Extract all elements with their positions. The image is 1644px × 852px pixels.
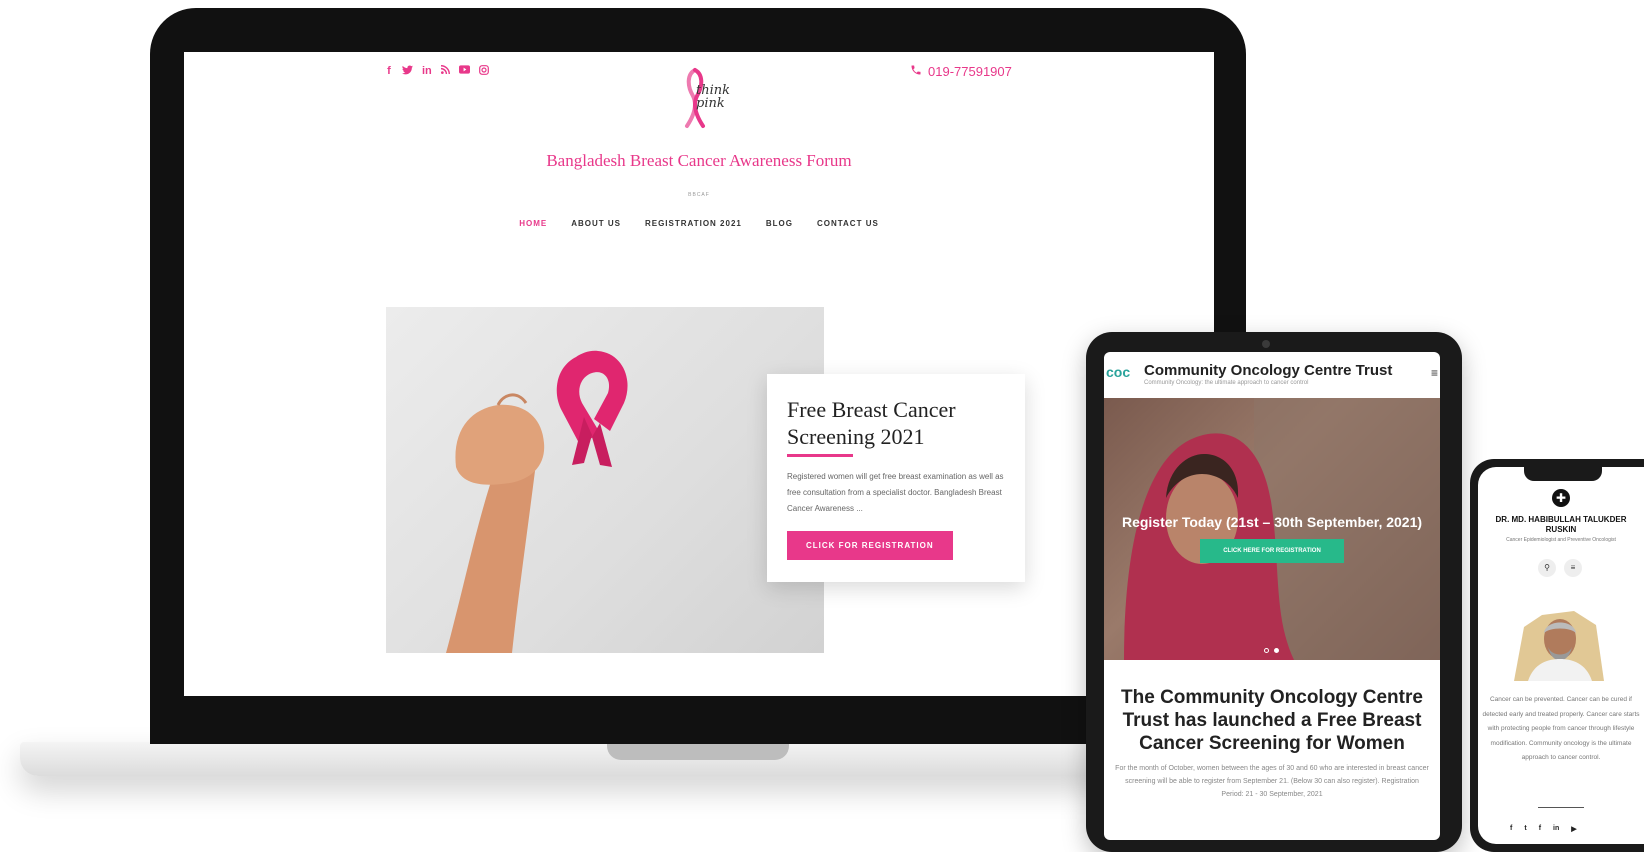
slider-dot-2[interactable]	[1274, 648, 1279, 653]
footer-divider	[1538, 807, 1584, 808]
featured-post-card: Free Breast Cancer Screening 2021 Regist…	[767, 374, 1025, 582]
hero-headline: Register Today (21st – 30th September, 2…	[1121, 514, 1423, 530]
tablet-screen: coc Community Oncology Centre Trust Comm…	[1104, 352, 1440, 840]
hero-register-button[interactable]: CLICK HERE FOR REGISTRATION	[1200, 539, 1344, 563]
search-icon[interactable]: ⚲	[1538, 559, 1556, 577]
card-excerpt: Registered women will get free breast ex…	[787, 472, 1004, 513]
slider-dots	[1264, 648, 1279, 653]
doctor-name[interactable]: DR. MD. HABIBULLAH TALUKDER RUSKIN	[1482, 515, 1640, 535]
medical-cross-logo-icon[interactable]: ✚	[1552, 489, 1570, 507]
facebook-icon[interactable]: f	[385, 65, 393, 78]
slider-dot-1[interactable]	[1264, 648, 1269, 653]
coc-logo[interactable]: coc	[1106, 364, 1132, 384]
laptop-notch	[607, 742, 789, 760]
phone-social-icons: f t f in ▶	[1510, 825, 1577, 833]
rss-icon[interactable]	[440, 65, 450, 78]
facebook-icon[interactable]: f	[1510, 825, 1512, 833]
logo-text-line2: pink	[696, 96, 725, 111]
tablet-camera	[1262, 340, 1270, 348]
phone-header-actions: ⚲ ≡	[1538, 559, 1582, 577]
hamburger-menu-icon[interactable]: ≡	[1431, 366, 1438, 380]
phone-notch	[1524, 467, 1602, 481]
card-title[interactable]: Free Breast Cancer Screening 2021	[787, 396, 1005, 450]
card-title-underline	[787, 454, 853, 457]
phone-device: ✚ DR. MD. HABIBULLAH TALUKDER RUSKIN Can…	[1470, 459, 1644, 852]
site-tagline: BBCAF	[688, 192, 710, 198]
doctor-portrait	[1514, 611, 1604, 681]
tablet-site-subtitle: Community Oncology: the ultimate approac…	[1144, 380, 1309, 386]
tablet-site-title[interactable]: Community Oncology Centre Trust	[1144, 362, 1392, 379]
nav-item-blog[interactable]: BLOG	[766, 219, 793, 228]
tablet-article-body: For the month of October, women between …	[1115, 765, 1429, 798]
doctor-bio: Cancer can be prevented. Cancer can be c…	[1482, 696, 1640, 761]
phone-screen: ✚ DR. MD. HABIBULLAH TALUKDER RUSKIN Can…	[1478, 467, 1644, 844]
tablet-device: coc Community Oncology Centre Trust Comm…	[1086, 332, 1462, 852]
site-title[interactable]: Bangladesh Breast Cancer Awareness Forum	[514, 152, 884, 170]
nav-item-home[interactable]: HOME	[519, 219, 547, 228]
twitter-icon[interactable]	[402, 65, 413, 78]
linkedin-icon[interactable]: in	[422, 65, 432, 78]
header-phone[interactable]: 019-77591907	[910, 64, 1012, 79]
facebook-page-icon[interactable]: f	[1539, 825, 1541, 833]
linkedin-icon[interactable]: in	[1553, 825, 1559, 833]
doctor-role: Cancer Epidemiologist and Preventive Onc…	[1506, 537, 1616, 543]
hero-image-hand-ribbon	[386, 307, 824, 653]
nav-item-contact[interactable]: CONTACT US	[817, 219, 879, 228]
tablet-hero-image: Register Today (21st – 30th September, 2…	[1104, 398, 1440, 660]
youtube-icon[interactable]	[458, 65, 470, 78]
phone-icon	[910, 64, 922, 79]
social-icons: f in	[385, 65, 489, 78]
twitter-icon[interactable]: t	[1524, 825, 1526, 833]
nav-item-registration[interactable]: REGISTRATION 2021	[645, 219, 742, 228]
nav-item-about[interactable]: ABOUT US	[571, 219, 621, 228]
phone-number: 019-77591907	[928, 64, 1012, 79]
laptop-base	[20, 742, 1170, 776]
tablet-article-title[interactable]: The Community Oncology Centre Trust has …	[1114, 686, 1430, 755]
main-nav: HOME ABOUT US REGISTRATION 2021 BLOG CON…	[184, 219, 1214, 228]
menu-icon[interactable]: ≡	[1564, 559, 1582, 577]
laptop-screen: f in 019-77591907 think pink Bangladesh …	[184, 52, 1214, 696]
registration-button[interactable]: CLICK FOR REGISTRATION	[787, 531, 953, 560]
instagram-icon[interactable]	[478, 65, 489, 78]
youtube-icon[interactable]: ▶	[1571, 825, 1576, 833]
logo-text: think pink	[696, 84, 730, 110]
